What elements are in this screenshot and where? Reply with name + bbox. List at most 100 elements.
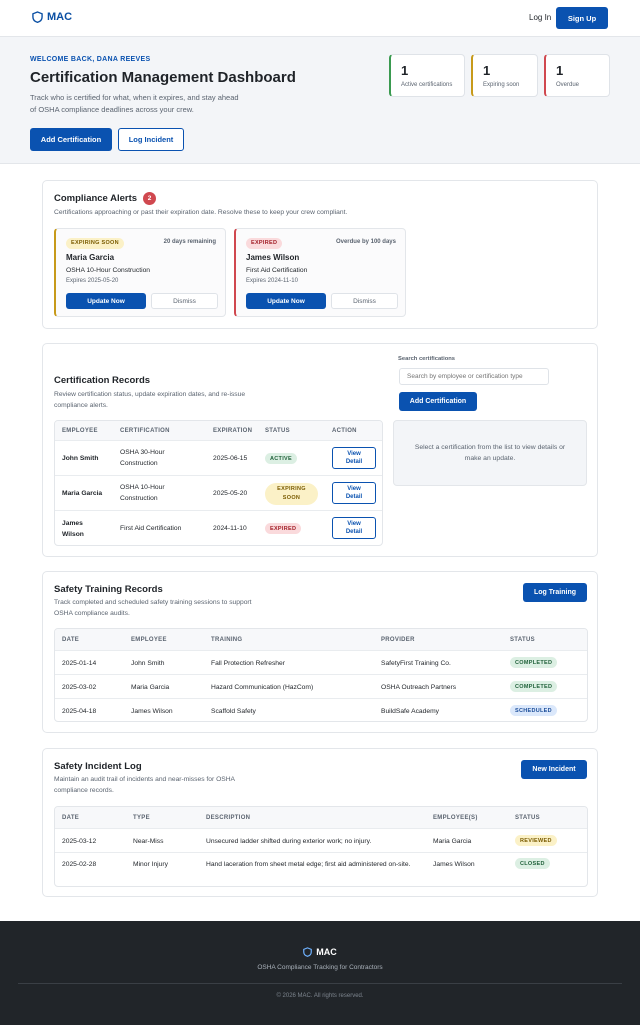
view-detail-button[interactable]: View Detail: [332, 447, 376, 469]
status-badge: SCHEDULED: [510, 705, 557, 716]
welcome-text: WELCOME BACK, DANA REEVES: [30, 56, 151, 63]
description-cell: Hand laceration from sheet metal edge; f…: [206, 861, 411, 868]
alert-status-text: Overdue by 100 days: [335, 239, 396, 245]
col-training: TRAINING: [211, 637, 243, 643]
employee-cell: John Smith: [131, 660, 165, 667]
employee-cell: John Smith: [62, 455, 99, 462]
view-detail-button[interactable]: View Detail: [332, 517, 376, 539]
col-certification: CERTIFICATION: [120, 428, 170, 434]
dismiss-button[interactable]: Dismiss: [151, 293, 218, 309]
table-row: 2025-03-02 Maria Garcia Hazard Communica…: [55, 674, 587, 698]
update-now-button[interactable]: Update Now: [66, 293, 146, 309]
status-badge: CLOSED: [515, 858, 550, 869]
training-cell: Hazard Communication (HazCom): [211, 684, 314, 691]
alert-expiry: Expires 2024-11-10: [246, 278, 298, 284]
shield-icon: [32, 11, 43, 23]
table-row: 2025-04-18 James Wilson Scaffold Safety …: [55, 698, 587, 721]
col-provider: PROVIDER: [381, 637, 415, 643]
stat-value: 1: [556, 63, 564, 78]
alert-certification: OSHA 10-Hour Construction: [66, 267, 151, 274]
employee-cell: Maria Garcia: [433, 838, 472, 845]
description-cell: Unsecured ladder shifted during exterior…: [206, 838, 372, 845]
training-cell: Scaffold Safety: [211, 708, 256, 715]
employee-cell: James Wilson: [131, 708, 173, 715]
provider-cell: SafetyFirst Training Co.: [381, 660, 451, 667]
incident-table: DATE TYPE DESCRIPTION EMPLOYEE(S) STATUS…: [54, 806, 588, 887]
status-badge: EXPIRED: [246, 237, 283, 249]
add-certification-button[interactable]: Add Certification: [399, 392, 477, 411]
footer-brand: MAC: [0, 947, 640, 957]
table-header: DATE TYPE DESCRIPTION EMPLOYEE(S) STATUS: [55, 807, 587, 828]
col-date: DATE: [62, 815, 80, 821]
provider-cell: BuildSafe Academy: [381, 708, 439, 715]
alerts-title: Compliance Alerts: [54, 193, 138, 204]
log-training-button[interactable]: Log Training: [523, 583, 587, 602]
table-row: John Smith OSHA 30-Hour Construction 202…: [55, 440, 382, 475]
stat-expiring: 1 Expiring soon: [471, 54, 538, 97]
incident-subtitle: Maintain an audit trail of incidents and…: [54, 776, 235, 794]
footer-tagline: OSHA Compliance Tracking for Contractors: [257, 964, 383, 971]
stat-active: 1 Active certifications: [389, 54, 465, 97]
login-link[interactable]: Log In: [529, 13, 551, 22]
certification-records-card: Certification Records Review certificati…: [42, 343, 598, 557]
safety-training-card: Safety Training Records Track completed …: [42, 571, 598, 733]
expiration-cell: 2025-05-20: [213, 490, 248, 497]
footer-brand-name: MAC: [316, 947, 337, 957]
alert-employee: Maria Garcia: [66, 253, 115, 262]
col-status: STATUS: [515, 815, 540, 821]
alert-status-text: 20 days remaining: [163, 239, 216, 245]
search-input[interactable]: [399, 368, 549, 385]
table-row: James Wilson First Aid Certification 202…: [55, 510, 382, 545]
hero-subtitle: Track who is certified for what, when it…: [30, 93, 239, 114]
status-badge: COMPLETED: [510, 681, 558, 692]
status-badge: COMPLETED: [510, 657, 558, 668]
log-incident-button[interactable]: Log Incident: [118, 128, 184, 151]
table-row: 2025-01-14 John Smith Fall Protection Re…: [55, 650, 587, 674]
search-label: Search certifications: [398, 356, 456, 362]
training-subtitle: Track completed and scheduled safety tra…: [54, 599, 252, 617]
expiration-cell: 2024-11-10: [213, 525, 247, 532]
employee-cell: Maria Garcia: [62, 490, 103, 497]
add-certification-button[interactable]: Add Certification: [30, 128, 112, 151]
type-cell: Minor Injury: [133, 861, 168, 868]
table-row: 2025-02-28 Minor Injury Hand laceration …: [55, 852, 587, 886]
stat-label: Overdue: [556, 82, 580, 88]
type-cell: Near-Miss: [133, 838, 164, 845]
signup-button[interactable]: Sign Up: [556, 7, 608, 29]
compliance-alerts-card: Compliance Alerts 2 Certifications appro…: [42, 180, 598, 329]
dismiss-button[interactable]: Dismiss: [331, 293, 398, 309]
col-status: STATUS: [510, 637, 535, 643]
footer-copyright: © 2026 MAC. All rights reserved.: [276, 993, 364, 999]
records-subtitle: Review certification status, update expi…: [54, 391, 246, 409]
certification-cell: First Aid Certification: [120, 525, 182, 532]
col-employee: EMPLOYEE: [62, 428, 98, 434]
col-type: TYPE: [133, 815, 150, 821]
date-cell: 2025-03-12: [62, 838, 97, 845]
new-incident-button[interactable]: New Incident: [521, 760, 587, 779]
footer: MAC OSHA Compliance Tracking for Contrac…: [0, 921, 640, 1025]
page-title: Certification Management Dashboard: [30, 69, 296, 86]
provider-cell: OSHA Outreach Partners: [381, 684, 457, 691]
detail-placeholder: Select a certification from the list to …: [393, 420, 587, 486]
brand-logo[interactable]: MAC: [32, 11, 72, 23]
date-cell: 2025-04-18: [62, 708, 97, 715]
status-badge: ACTIVE: [265, 453, 297, 464]
shield-icon: [303, 947, 313, 957]
col-status: STATUS: [265, 428, 290, 434]
stat-value: 1: [483, 63, 491, 78]
brand-name: MAC: [47, 11, 73, 23]
col-date: DATE: [62, 637, 80, 643]
expiration-cell: 2025-06-15: [213, 455, 248, 462]
update-now-button[interactable]: Update Now: [246, 293, 326, 309]
col-employee: EMPLOYEE: [131, 637, 167, 643]
date-cell: 2025-03-02: [62, 684, 97, 691]
incident-log-card: Safety Incident Log Maintain an audit tr…: [42, 748, 598, 897]
col-action: ACTION: [332, 428, 357, 434]
stat-value: 1: [401, 63, 409, 78]
employee-cell: Maria Garcia: [131, 684, 170, 691]
table-header: DATE EMPLOYEE TRAINING PROVIDER STATUS: [55, 629, 587, 650]
table-row: Maria Garcia OSHA 10-Hour Construction 2…: [55, 475, 382, 510]
alerts-count-badge: 2: [143, 192, 156, 205]
view-detail-button[interactable]: View Detail: [332, 482, 376, 504]
table-row: 2025-03-12 Near-Miss Unsecured ladder sh…: [55, 828, 587, 852]
